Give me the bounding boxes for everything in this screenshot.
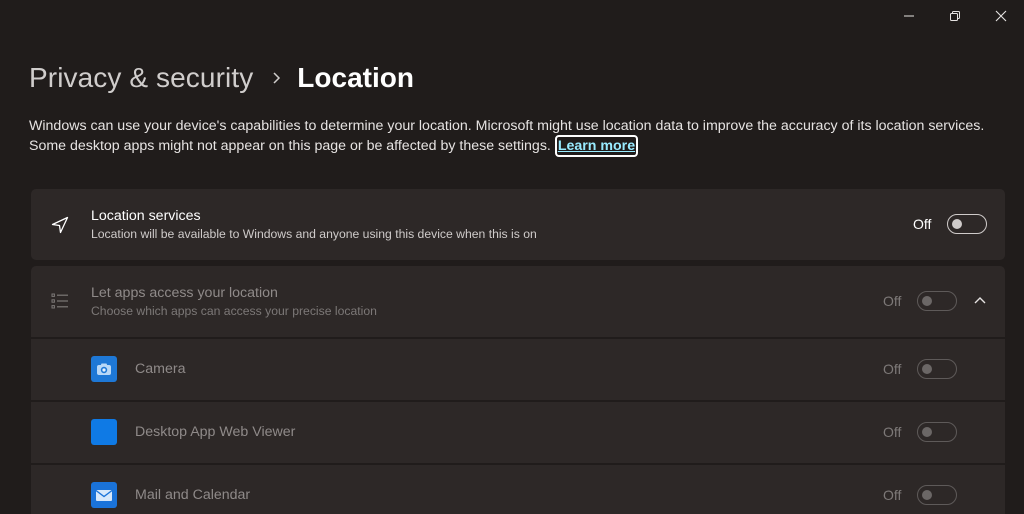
location-services-subtitle: Location will be available to Windows an… [91,227,537,241]
app-label: Camera [135,361,186,377]
location-services-card: Location services Location will be avail… [31,189,1005,260]
toggle-knob [922,490,932,500]
restore-icon [950,11,960,21]
navigation-arrow-icon [48,213,72,237]
window-controls [886,0,1024,32]
app-state: Off [883,487,902,503]
minimize-button[interactable] [886,0,932,32]
toggle-knob [922,296,932,306]
app-access-title: Let apps access your location [91,285,278,301]
minimize-icon [904,15,914,17]
breadcrumb-parent[interactable]: Privacy & security [29,62,253,94]
app-access-subtitle: Choose which apps can access your precis… [91,304,377,318]
learn-more-link[interactable]: Learn more [554,135,639,157]
app-access-text: Let apps access your location Choose whi… [91,284,377,320]
app-label: Desktop App Web Viewer [135,424,296,440]
chevron-right-icon [271,71,281,85]
app-access-state: Off [883,293,902,309]
location-services-title: Location services [91,208,201,224]
location-services-state: Off [913,216,932,232]
mail-calendar-toggle[interactable] [917,485,957,505]
breadcrumb: Privacy & security Location [29,58,414,98]
toggle-knob [922,364,932,374]
app-state: Off [883,361,902,377]
app-access-toggle[interactable] [917,291,957,311]
mail-app-icon [91,482,117,508]
app-state: Off [883,424,902,440]
restore-button[interactable] [932,0,978,32]
toggle-knob [952,219,962,229]
web-viewer-app-icon [91,419,117,445]
camera-app-icon [91,356,117,382]
app-access-card[interactable]: Let apps access your location Choose whi… [31,266,1005,337]
chevron-up-icon[interactable] [970,291,990,311]
page-description: Windows can use your device's capabiliti… [29,116,989,157]
app-row-desktop-web-viewer: Desktop App Web Viewer Off [31,402,1005,463]
desktop-web-viewer-toggle[interactable] [917,422,957,442]
app-label: Mail and Calendar [135,487,251,503]
description-text: Windows can use your device's capabiliti… [29,118,985,154]
page-title: Location [297,62,414,93]
location-services-toggle[interactable] [947,214,987,234]
location-services-text: Location services Location will be avail… [91,207,537,243]
toggle-knob [922,427,932,437]
app-row-camera: Camera Off [31,339,1005,400]
app-row-mail-calendar: Mail and Calendar Off [31,465,1005,514]
camera-toggle[interactable] [917,359,957,379]
list-icon [48,289,72,313]
close-button[interactable] [978,0,1024,32]
close-icon [995,10,1007,22]
